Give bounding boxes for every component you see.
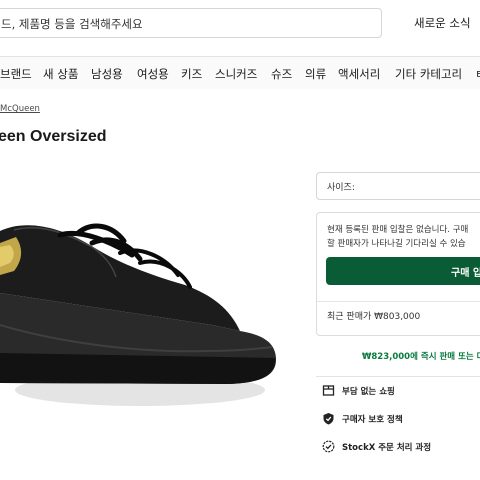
nav-item-shoes[interactable]: 슈즈 xyxy=(271,66,292,82)
category-nav: 브랜드 새 상품 남성용 여성용 키즈 스니커즈 슈즈 의류 액세서리 기타 카… xyxy=(0,56,480,89)
shield-check-icon xyxy=(323,413,334,425)
search-input[interactable]: 드, 제품명 등을 검색해주세요 xyxy=(0,8,382,38)
nav-item-new[interactable]: 새 상품 xyxy=(43,66,78,82)
buy-button[interactable]: 구매 입 xyxy=(326,257,480,285)
page-title: een Oversized xyxy=(0,128,107,145)
feature-divider xyxy=(316,376,480,377)
nav-item-sneakers[interactable]: 스니커즈 xyxy=(215,66,257,82)
new-release-link[interactable]: 새로운 소식 xyxy=(414,15,471,31)
nav-item-apparel[interactable]: 의류 xyxy=(305,66,326,82)
nav-item-kids[interactable]: 키즈 xyxy=(181,66,202,82)
wait-message: 할 판매자가 나타나길 기다리실 수 있습 xyxy=(327,239,466,249)
nav-item-accessories[interactable]: 액세서리 xyxy=(338,66,380,82)
feature-label: 부담 없는 쇼핑 xyxy=(342,387,395,397)
nav-item-women[interactable]: 여성용 xyxy=(137,66,169,82)
panel-divider xyxy=(317,301,480,302)
size-select-label: 사이즈: xyxy=(327,183,355,193)
size-select[interactable]: 사이즈: xyxy=(316,172,480,200)
verified-check-icon xyxy=(322,440,335,453)
last-sale: 최근 판매가 ₩803,000 xyxy=(327,312,421,322)
feature-label: 구매자 보호 정책 xyxy=(342,415,403,425)
nav-item-men[interactable]: 남성용 xyxy=(91,66,123,82)
buy-button-label: 구매 입 xyxy=(451,268,480,279)
no-listing-message: 현재 등록된 판매 입찰은 없습니다. 구매 xyxy=(327,225,469,235)
nav-item-overflow[interactable]: ㅌ xyxy=(475,66,480,82)
nav-item-brands[interactable]: 브랜드 xyxy=(0,66,32,82)
search-input-text: 드, 제품명 등을 검색해주세요 xyxy=(1,17,143,31)
breadcrumb[interactable]: McQueen xyxy=(0,104,40,114)
shipping-box-icon xyxy=(322,385,335,396)
buy-panel: 현재 등록된 판매 입찰은 없습니다. 구매 할 판매자가 나타나길 기다리실 … xyxy=(316,212,480,336)
feature-label: StockX 주문 처리 과정 xyxy=(342,443,432,453)
nav-item-other-categories[interactable]: 기타 카테고리 xyxy=(395,66,462,82)
product-image xyxy=(0,223,277,406)
sell-offer-link[interactable]: ₩823,000에 즉시 판매 또는 다 xyxy=(362,350,480,362)
